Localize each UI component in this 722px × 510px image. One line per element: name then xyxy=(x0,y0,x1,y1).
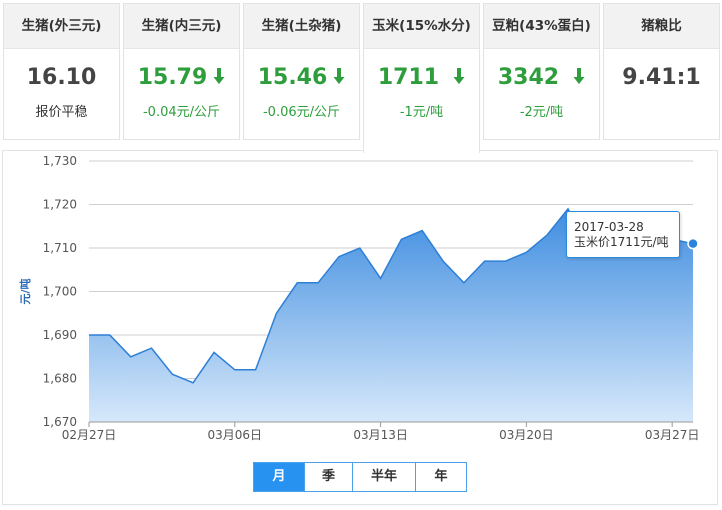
y-axis-label: 元/吨 xyxy=(18,278,32,304)
card-value: 3342 xyxy=(484,63,599,93)
range-button-year[interactable]: 年 xyxy=(416,463,466,491)
arrow-down-icon xyxy=(573,64,585,94)
card-title: 生猪(土杂猪) xyxy=(244,4,359,49)
card-value: 15.46 xyxy=(244,63,359,93)
card-change: 报价平稳 xyxy=(35,105,88,120)
card-hog-inner[interactable]: 生猪(内三元) 15.79 -0.04元/公斤 xyxy=(123,3,240,140)
tooltip-value: 玉米价1711元/吨 xyxy=(574,235,669,249)
x-tick-label: 03月13日 xyxy=(353,428,408,442)
y-tick-label: 1,670 xyxy=(43,415,77,429)
arrow-down-icon xyxy=(453,64,465,94)
card-change: -1元/吨 xyxy=(399,105,444,120)
card-title: 玉米(15%水分) xyxy=(364,4,479,49)
card-value: 9.41:1 xyxy=(622,65,701,90)
tooltip-date: 2017-03-28 xyxy=(574,220,644,234)
arrow-down-icon xyxy=(213,64,225,94)
x-tick-label: 03月20日 xyxy=(499,428,554,442)
card-value: 16.10 xyxy=(26,65,97,90)
range-button-half-year[interactable]: 半年 xyxy=(353,463,416,491)
x-tick-label: 03月27日 xyxy=(645,428,700,442)
y-tick-label: 1,710 xyxy=(43,241,77,255)
series-points xyxy=(687,237,699,250)
card-corn[interactable]: 玉米(15%水分) 1711 -1元/吨 xyxy=(363,3,480,153)
range-selector: 月 季 半年 年 xyxy=(253,462,467,492)
card-title: 生猪(外三元) xyxy=(4,4,119,49)
card-hog-local[interactable]: 生猪(土杂猪) 15.46 -0.06元/公斤 xyxy=(243,3,360,140)
y-tick-label: 1,690 xyxy=(43,328,77,342)
highlighted-point[interactable] xyxy=(687,237,699,250)
x-tick-label: 03月06日 xyxy=(208,428,263,442)
y-axis: 1,670 1,680 1,690 1,700 1,710 1,720 1,730 xyxy=(43,154,77,429)
card-soymeal[interactable]: 豆粕(43%蛋白) 3342 -2元/吨 xyxy=(483,3,600,140)
card-change: -2元/吨 xyxy=(519,105,564,120)
chart-tooltip: 2017-03-28 玉米价1711元/吨 xyxy=(566,211,680,258)
price-chart: 1,670 1,680 1,690 1,700 1,710 1,720 1,730 02月2… xyxy=(2,150,718,505)
card-title: 生猪(内三元) xyxy=(124,4,239,49)
card-hog-grain-ratio[interactable]: 猪粮比 9.41:1 xyxy=(603,3,720,140)
y-tick-label: 1,700 xyxy=(43,285,77,299)
card-change: -0.06元/公斤 xyxy=(262,105,341,120)
card-hog-outer[interactable]: 生猪(外三元) 16.10 报价平稳 xyxy=(3,3,120,140)
x-axis: 02月27日 03月06日 03月13日 03月20日 03月27日 xyxy=(62,421,700,442)
x-tick-label: 02月27日 xyxy=(62,428,117,442)
card-title: 豆粕(43%蛋白) xyxy=(484,4,599,49)
y-tick-label: 1,720 xyxy=(43,198,77,212)
range-button-month[interactable]: 月 xyxy=(254,463,305,491)
y-tick-label: 1,730 xyxy=(43,154,77,168)
card-value: 15.79 xyxy=(124,63,239,93)
range-button-quarter[interactable]: 季 xyxy=(305,463,353,491)
chart-canvas[interactable]: 1,670 1,680 1,690 1,700 1,710 1,720 1,730 02月2… xyxy=(3,151,717,504)
arrow-down-icon xyxy=(333,64,345,94)
card-value: 1711 xyxy=(364,63,479,93)
card-change: -0.04元/公斤 xyxy=(142,105,221,120)
card-title: 猪粮比 xyxy=(604,4,719,49)
price-cards: 生猪(外三元) 16.10 报价平稳 生猪(内三元) 15.79 -0.04元/… xyxy=(0,0,722,153)
y-tick-label: 1,680 xyxy=(43,372,77,386)
